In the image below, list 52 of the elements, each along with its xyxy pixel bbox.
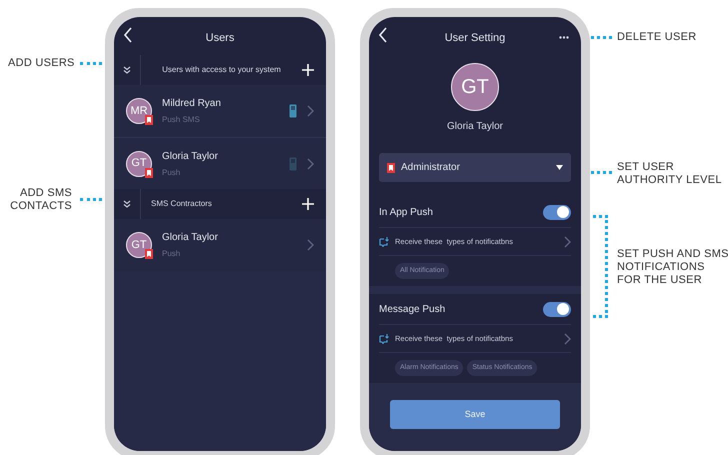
user-name: Mildred Ryan xyxy=(162,97,222,111)
double-chevron-icon[interactable] xyxy=(123,66,131,74)
role-dropdown[interactable]: Administrator xyxy=(379,153,571,182)
back-button[interactable] xyxy=(124,27,132,43)
chevron-icon xyxy=(307,239,314,251)
message-icon xyxy=(379,236,389,246)
user-subtitle: Push xyxy=(162,166,182,178)
back-icon xyxy=(379,27,387,43)
plus-icon xyxy=(302,64,314,76)
user-name: Gloria Taylor xyxy=(162,231,219,245)
callout-label: SET PUSH AND SMS NOTIFICATIONS FOR THE USER xyxy=(617,248,728,287)
toggle-switch[interactable] xyxy=(543,204,571,220)
avatar-initials: GT xyxy=(131,156,147,172)
push-title: Message Push xyxy=(379,302,446,316)
double-chevron-icon[interactable] xyxy=(123,200,131,208)
callout-label: ADD SMS CONTACTS xyxy=(10,187,72,213)
section-title: Users with access to your system xyxy=(161,64,282,76)
screen-title: User Setting xyxy=(444,30,506,46)
more-icon[interactable] xyxy=(559,36,569,39)
user-row[interactable]: GT Gloria Taylor Push xyxy=(114,137,326,189)
avatar-initials: GT xyxy=(131,238,147,253)
ribbon-icon xyxy=(145,249,153,259)
role-value: Administrator xyxy=(401,161,461,175)
back-icon xyxy=(124,27,132,43)
chevron-icon xyxy=(307,158,314,170)
screen-title: Users xyxy=(206,30,234,46)
section-title: SMS Contractors xyxy=(150,198,213,210)
dropdown-caret-icon xyxy=(556,165,563,170)
chevron-icon xyxy=(564,236,571,248)
message-icon xyxy=(379,334,389,344)
callout-label: ADD USERS xyxy=(8,57,75,70)
callout-label: DELETE USER xyxy=(617,31,696,44)
chevron-icon xyxy=(564,332,571,344)
user-subtitle: Push xyxy=(162,248,182,260)
push-title: In App Push xyxy=(379,206,434,220)
avatar-initials: GT xyxy=(461,75,489,100)
ribbon-icon xyxy=(145,115,153,125)
user-subtitle: Push SMS xyxy=(162,114,201,126)
back-button[interactable] xyxy=(379,27,387,43)
add-button[interactable] xyxy=(302,64,314,76)
user-row[interactable]: GT Gloria Taylor Push xyxy=(114,219,326,271)
chevron-icon xyxy=(307,105,314,117)
user-name: Gloria Taylor xyxy=(447,120,503,134)
user-name: Gloria Taylor xyxy=(162,150,219,164)
toggle-switch[interactable] xyxy=(543,302,571,316)
callout-label: SET USER AUTHORITY LEVEL xyxy=(617,161,722,187)
user-row[interactable]: MR Mildred Ryan Push SMS xyxy=(114,85,326,137)
ribbon-icon xyxy=(387,162,395,172)
avatar-initials: MR xyxy=(130,104,148,119)
ribbon-icon xyxy=(145,168,153,178)
plus-icon xyxy=(302,198,314,210)
add-button[interactable] xyxy=(302,198,314,210)
